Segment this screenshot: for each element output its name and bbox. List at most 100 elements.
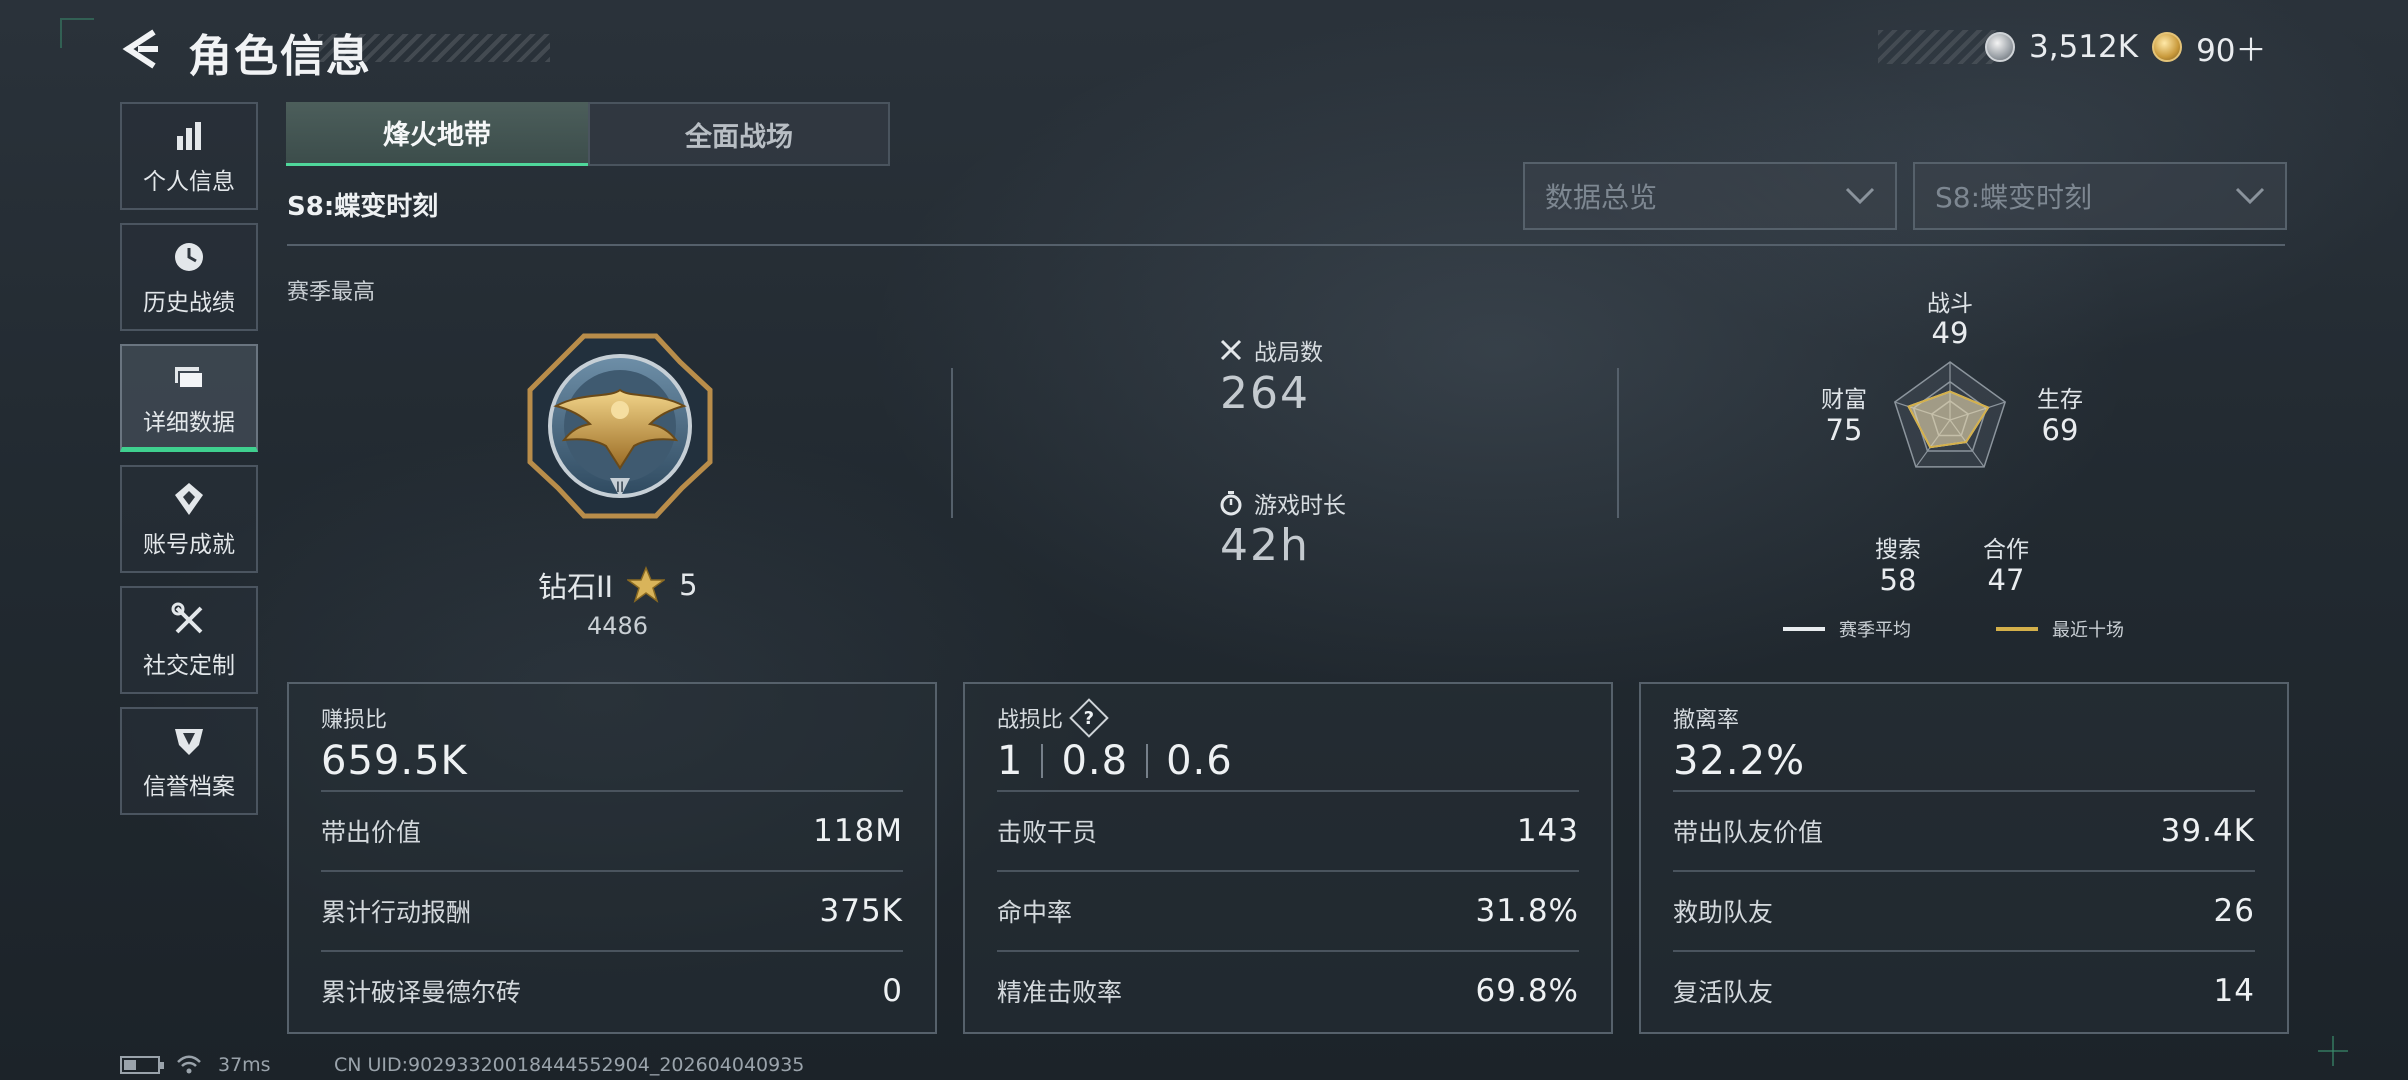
value-separator: [1146, 744, 1149, 778]
row-value: 26: [2213, 893, 2255, 929]
achievement-icon: [175, 483, 203, 515]
player-uid: CN UID:9029332001844455290​4_20260404093…: [334, 1054, 805, 1076]
view-dropdown-value: 数据总览: [1545, 181, 1658, 214]
clock-icon: [175, 243, 203, 271]
radar-value-wealth: 75: [1825, 413, 1863, 447]
ability-radar-chart: 战斗 49 生存 69 合作 47 搜索 58 财富 75: [1790, 280, 2110, 610]
card-main-value: 1 0.8 0.6: [997, 732, 1579, 790]
row-value: 39.4K: [2160, 813, 2255, 849]
corner-decoration: [60, 18, 94, 48]
row-value: 0: [882, 973, 903, 1009]
sidebar-item-social-custom[interactable]: 社交定制: [120, 586, 258, 694]
folder-icon: [175, 366, 204, 389]
divider: [287, 244, 2285, 246]
crosshair-decoration: [2318, 1036, 2348, 1066]
matches-value: 264: [1220, 368, 1310, 419]
rank-row: 钻石II 5: [538, 564, 698, 606]
sidebar-item-personal-info[interactable]: 个人信息: [120, 102, 258, 210]
battery-icon: [120, 1056, 164, 1074]
playtime-label: 游戏时长: [1254, 493, 1346, 519]
radar-value-combat: 49: [1931, 316, 1969, 350]
rank-emblem: II: [522, 328, 718, 524]
card-row: 带出价值 118M: [321, 790, 903, 870]
sidebar-item-achievements[interactable]: 账号成就: [120, 465, 258, 573]
matches-label-row: 战局数: [1218, 333, 1323, 367]
legend-swatch: [1783, 627, 1825, 631]
sidebar: 个人信息 历史战绩 详细数据 账号成就 社交定制 信誉档案: [120, 102, 258, 828]
card-title: 撤离率: [1673, 708, 1740, 733]
sidebar-item-label: 历史战绩: [143, 290, 235, 316]
sidebar-item-match-history[interactable]: 历史战绩: [120, 223, 258, 331]
silver-coin-amount: 3,512K: [2029, 29, 2139, 65]
card-row: 复活队友 14: [1673, 950, 2255, 1030]
row-label: 击败干员: [997, 818, 1098, 847]
radar-label-combat: 战斗: [1927, 291, 1973, 317]
sidebar-item-label: 账号成就: [143, 532, 235, 558]
season-best-label: 赛季最高: [287, 280, 376, 305]
currency-bar: 3,512K 90＋: [1985, 27, 2267, 69]
divider: [1617, 368, 1619, 518]
tab-beacon-zone[interactable]: 烽火地带: [286, 102, 588, 166]
sidebar-item-label: 详细数据: [143, 409, 235, 436]
row-label: 救助队友: [1673, 898, 1774, 927]
sidebar-item-detailed-data[interactable]: 详细数据: [120, 344, 258, 452]
radar-label-search: 搜索: [1875, 537, 1921, 563]
kd-value-1: 1: [997, 738, 1024, 784]
rank-stars: 5: [679, 568, 698, 602]
extraction-rate-card: 撤离率 32.2% 带出队友价值 39.4K 救助队友 26 复活队友 14: [1639, 682, 2289, 1034]
card-row: 累计破译曼德尔砖 0: [321, 950, 903, 1030]
tools-icon: [171, 602, 203, 634]
radar-label-wealth: 财富: [1821, 387, 1867, 413]
wifi-icon: [177, 1055, 201, 1074]
card-row: 救助队友 26: [1673, 870, 2255, 950]
back-arrow-icon[interactable]: [118, 26, 166, 72]
mode-tabs: 烽火地带 全面战场: [286, 102, 890, 166]
value-separator: [1041, 744, 1044, 778]
radar-value-survival: 69: [2041, 413, 2079, 447]
ping-value: 37ms: [218, 1054, 271, 1076]
season-dropdown[interactable]: S8:蝶变时刻: [1913, 162, 2287, 230]
bar-chart-icon: [177, 122, 201, 150]
sidebar-item-label: 个人信息: [143, 169, 235, 195]
star-icon: [627, 566, 666, 603]
row-value: 69.8%: [1475, 973, 1579, 1009]
divider: [951, 368, 953, 518]
row-label: 带出队友价值: [1673, 818, 1824, 847]
card-title: 赚损比: [321, 708, 388, 733]
radar-value-search: 58: [1879, 563, 1917, 597]
card-main-value: 32.2%: [1673, 738, 1806, 784]
crossed-swords-icon: [1220, 339, 1242, 361]
playtime-label-row: 游戏时长: [1218, 486, 1346, 520]
legend-recent-ten: 最近十场: [1996, 616, 2124, 642]
card-row: 击败干员 143: [997, 790, 1579, 870]
view-dropdown[interactable]: 数据总览: [1523, 162, 1897, 230]
legend-swatch: [1996, 627, 2038, 631]
rank-points: 4486: [587, 612, 649, 640]
card-row: 带出队友价值 39.4K: [1673, 790, 2255, 870]
kd-value-2: 0.8: [1061, 738, 1129, 784]
card-main-value: 659.5K: [321, 738, 468, 784]
row-label: 带出价值: [321, 818, 422, 847]
row-value: 31.8%: [1475, 893, 1579, 929]
row-value: 118M: [813, 813, 903, 849]
legend-label: 赛季平均: [1839, 620, 1911, 641]
svg-text:II: II: [616, 480, 624, 496]
kd-ratio-card: 战损比 ? 1 0.8 0.6 击败干员 143 命中率 31.8% 精准击败率…: [963, 682, 1613, 1034]
card-row: 命中率 31.8%: [997, 870, 1579, 950]
season-title: S8:蝶变时刻: [287, 192, 439, 222]
rank-name: 钻石II: [538, 570, 614, 604]
row-label: 累计行动报酬: [321, 898, 472, 927]
sidebar-item-reputation[interactable]: 信誉档案: [120, 707, 258, 815]
shield-icon: [175, 729, 203, 755]
radar-value-cooperation: 47: [1987, 563, 2025, 597]
legend-label: 最近十场: [2052, 620, 2124, 641]
row-value: 143: [1516, 813, 1579, 849]
profit-loss-card: 赚损比 659.5K 带出价值 118M 累计行动报酬 375K 累计破译曼德尔…: [287, 682, 937, 1034]
row-label: 累计破译曼德尔砖: [321, 978, 522, 1007]
row-value: 14: [2213, 973, 2255, 1009]
tab-full-battlefield[interactable]: 全面战场: [588, 102, 890, 166]
legend-season-average: 赛季平均: [1783, 616, 1911, 642]
card-row: 精准击败率 69.8%: [997, 950, 1579, 1030]
sidebar-item-label: 信誉档案: [143, 774, 235, 800]
radar-label-survival: 生存: [2037, 387, 2083, 413]
